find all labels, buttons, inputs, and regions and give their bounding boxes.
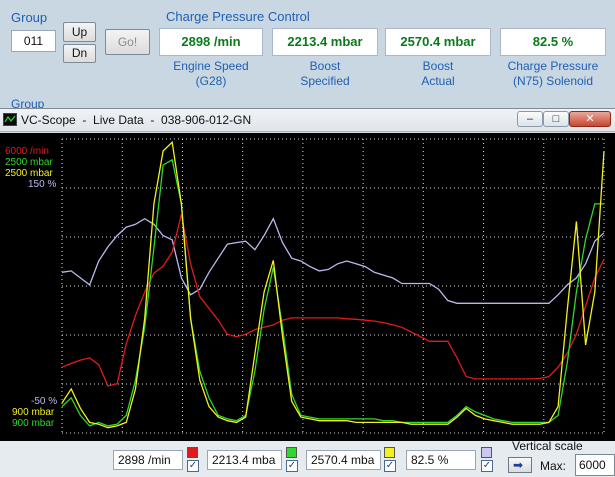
scope-icon [3, 113, 17, 126]
scope-title: VC-Scope - Live Data - 038-906-012-GN [21, 113, 252, 127]
engine-speed-caption: Engine Speed (G28) [159, 59, 263, 89]
scope-titlebar[interactable]: VC-Scope - Live Data - 038-906-012-GN – … [0, 109, 615, 132]
boost-actual-caption: Boost Actual [385, 59, 491, 89]
n75-solenoid-value: 82.5 % [500, 28, 606, 56]
arrow-right-icon: ➡ [513, 458, 524, 472]
vc-scope-window: VC-Scope - Live Data - 038-906-012-GN – … [0, 108, 615, 477]
panel-title: Charge Pressure Control [166, 9, 310, 24]
trace-n75-solenoid [61, 217, 605, 304]
group-number-field[interactable]: 011 [11, 30, 56, 52]
axis-bottom-n75: -50 % [31, 396, 58, 407]
readout-rpm: 2898 /min [113, 450, 183, 470]
axis-bottom-boost-spec: 900 mbar [12, 418, 55, 429]
engine-speed-caption-line2: (G28) [195, 74, 227, 88]
boost-spec-color-swatch[interactable] [286, 447, 297, 458]
n75-solenoid-caption-line1: Charge Pressure [507, 59, 599, 73]
axis-top-n75: 150 % [28, 179, 57, 190]
n75-color-swatch[interactable] [481, 447, 492, 458]
group-number-value: 011 [23, 34, 44, 48]
n75-visible-checkbox[interactable]: ✓ [481, 460, 493, 472]
group-up-button[interactable]: Up [63, 22, 96, 42]
boost-act-visible-checkbox[interactable]: ✓ [384, 460, 396, 472]
minimize-button[interactable]: – [517, 111, 543, 127]
behind-group-label: Group [11, 97, 45, 108]
rpm-color-swatch[interactable] [187, 447, 198, 458]
vertical-scale-label: Vertical scale [512, 439, 583, 453]
boost-actual-caption-line2: Actual [421, 74, 455, 88]
trace-engine-speed [61, 214, 605, 387]
boost-act-color-swatch[interactable] [384, 447, 395, 458]
boost-actual-value: 2570.4 mbar [385, 28, 491, 56]
trace-boost-actual [61, 140, 605, 429]
boost-spec-visible-checkbox[interactable]: ✓ [286, 460, 298, 472]
boost-specified-caption-line1: Boost [309, 59, 341, 73]
readout-boost-act: 2570.4 mba [306, 450, 381, 470]
boost-specified-caption: Boost Specified [272, 59, 378, 89]
n75-solenoid-caption: Charge Pressure (N75) Solenoid [492, 59, 614, 89]
go-button[interactable]: Go! [105, 29, 150, 55]
boost-specified-value: 2213.4 mbar [272, 28, 378, 56]
axis-top-boost-spec: 2500 mbar [5, 157, 53, 168]
engine-speed-caption-line1: Engine Speed [173, 59, 249, 73]
group-down-button[interactable]: Dn [63, 44, 96, 63]
n75-solenoid-caption-line2: (N75) Solenoid [512, 74, 594, 88]
readout-boost-spec: 2213.4 mba [207, 450, 282, 470]
boost-actual-caption-line1: Boost [422, 59, 454, 73]
readout-n75: 82.5 % [406, 450, 476, 470]
scope-bottom-bar: 2898 /min ✓ 2213.4 mba ✓ 2570.4 mba ✓ 82… [0, 439, 615, 477]
scope-plot[interactable]: 6000 /min 2500 mbar 2500 mbar 150 % -50 … [0, 133, 615, 441]
trace-boost-specified [61, 158, 604, 427]
boost-specified-caption-line2: Specified [300, 74, 350, 88]
vertical-scale-max-label: Max: [540, 459, 567, 473]
axis-top-rpm: 6000 /min [5, 146, 49, 157]
axis-bottom-boost-act: 900 mbar [12, 407, 55, 418]
group-label: Group [11, 10, 48, 25]
engine-speed-value: 2898 /min [159, 28, 263, 56]
maximize-button[interactable]: □ [543, 111, 569, 127]
vertical-scale-arrow-button[interactable]: ➡ [508, 457, 532, 473]
vertical-scale-max-input[interactable]: 6000 [575, 454, 615, 476]
close-button[interactable]: ✕ [569, 111, 611, 127]
scope-plot-svg [61, 138, 605, 434]
rpm-visible-checkbox[interactable]: ✓ [187, 460, 199, 472]
axis-top-boost-act: 2500 mbar [5, 168, 53, 179]
